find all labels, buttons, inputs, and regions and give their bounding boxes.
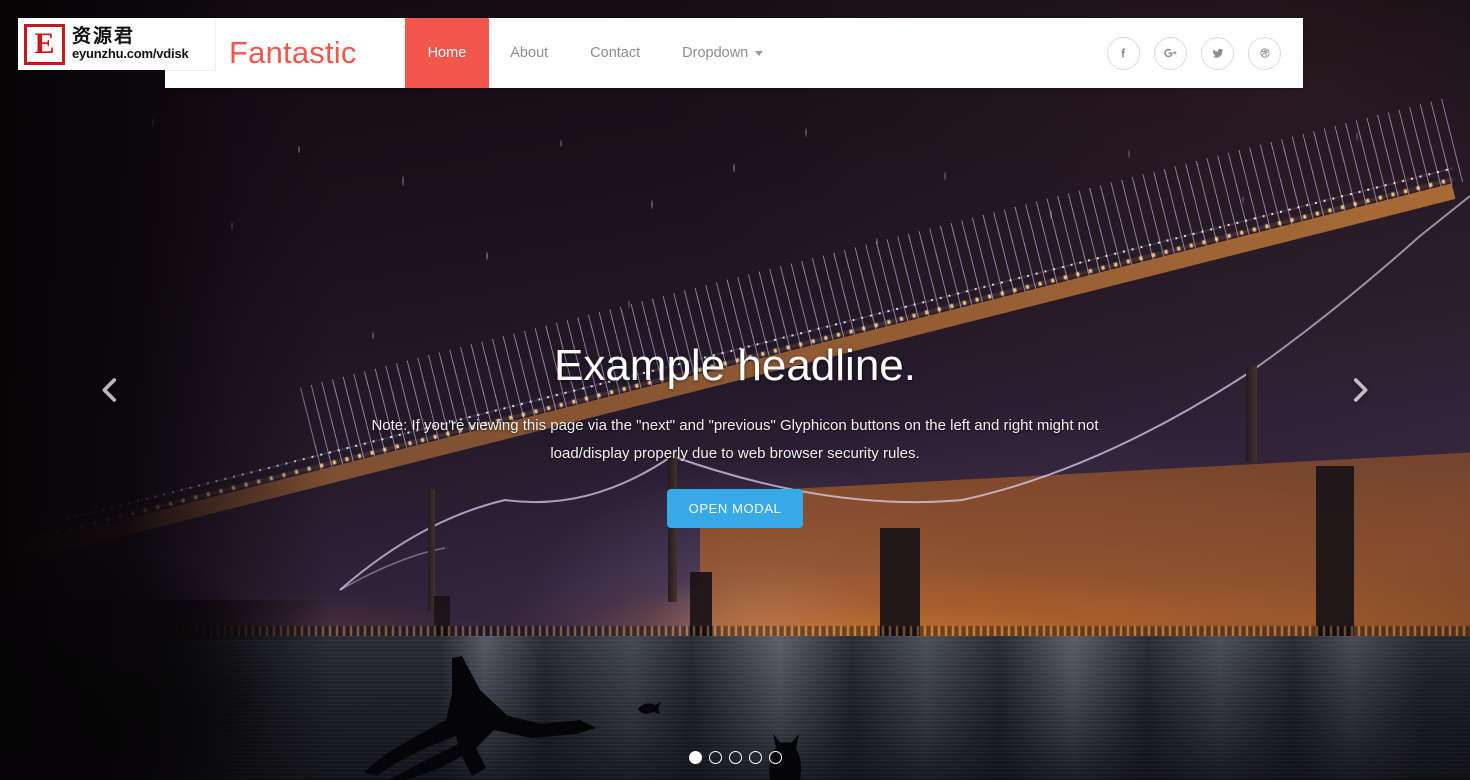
social-links <box>1107 18 1303 88</box>
chevron-down-icon <box>755 50 764 56</box>
dribbble-icon[interactable] <box>1248 36 1281 70</box>
watermark-text: 资源君 eyunzhu.com/vdisk <box>72 24 189 61</box>
nav-item-about[interactable]: About <box>489 18 569 88</box>
nav-item-home-label: Home <box>427 45 467 61</box>
carousel-indicator-4[interactable] <box>748 751 762 764</box>
site-watermark-logo: E 资源君 eyunzhu.com/vdisk <box>18 18 215 70</box>
nav-links: Home About Contact Dropdown <box>404 18 785 88</box>
chevron-left-icon <box>102 378 117 402</box>
watermark-letter: E <box>34 27 55 60</box>
carousel-indicator-2[interactable] <box>708 751 722 764</box>
watermark-chinese: 资源君 <box>72 24 136 47</box>
watermark-url: eyunzhu.com/vdisk <box>72 45 189 61</box>
chevron-right-icon <box>1353 378 1368 402</box>
nav-item-contact-label: Contact <box>590 45 641 61</box>
nav-item-dropdown-label: Dropdown <box>682 45 749 61</box>
watermark-e-icon: E <box>24 23 65 65</box>
carousel-prev-control[interactable] <box>60 0 160 780</box>
carousel-indicator-5[interactable] <box>768 751 782 764</box>
nav-item-home[interactable]: Home <box>404 18 490 88</box>
nav-item-about-label: About <box>510 45 549 61</box>
carousel-indicators <box>0 751 1470 764</box>
open-modal-button[interactable]: OPEN MODAL <box>666 489 804 529</box>
main-navbar: Fantastic Home About Contact Dropdown <box>165 18 1303 88</box>
carousel-indicator-1[interactable] <box>688 751 702 764</box>
carousel-headline: Example headline. <box>553 341 916 390</box>
bridge-pier-big <box>880 528 920 640</box>
left-sky-shadow <box>0 0 330 640</box>
nav-item-contact[interactable]: Contact <box>569 18 661 88</box>
carousel-description: Note: If you're viewing this page via th… <box>371 416 1099 462</box>
facebook-icon[interactable] <box>1107 36 1140 70</box>
carousel-next-control[interactable] <box>1310 0 1410 780</box>
page-root: Fantastic Home About Contact Dropdown E … <box>0 0 1470 780</box>
carousel-caption: Example headline. Note: If you're viewin… <box>0 340 1470 529</box>
google-plus-icon[interactable] <box>1154 36 1187 70</box>
carousel-indicator-3[interactable] <box>728 751 742 764</box>
twitter-icon[interactable] <box>1201 36 1234 70</box>
nav-item-dropdown[interactable]: Dropdown <box>661 18 784 88</box>
